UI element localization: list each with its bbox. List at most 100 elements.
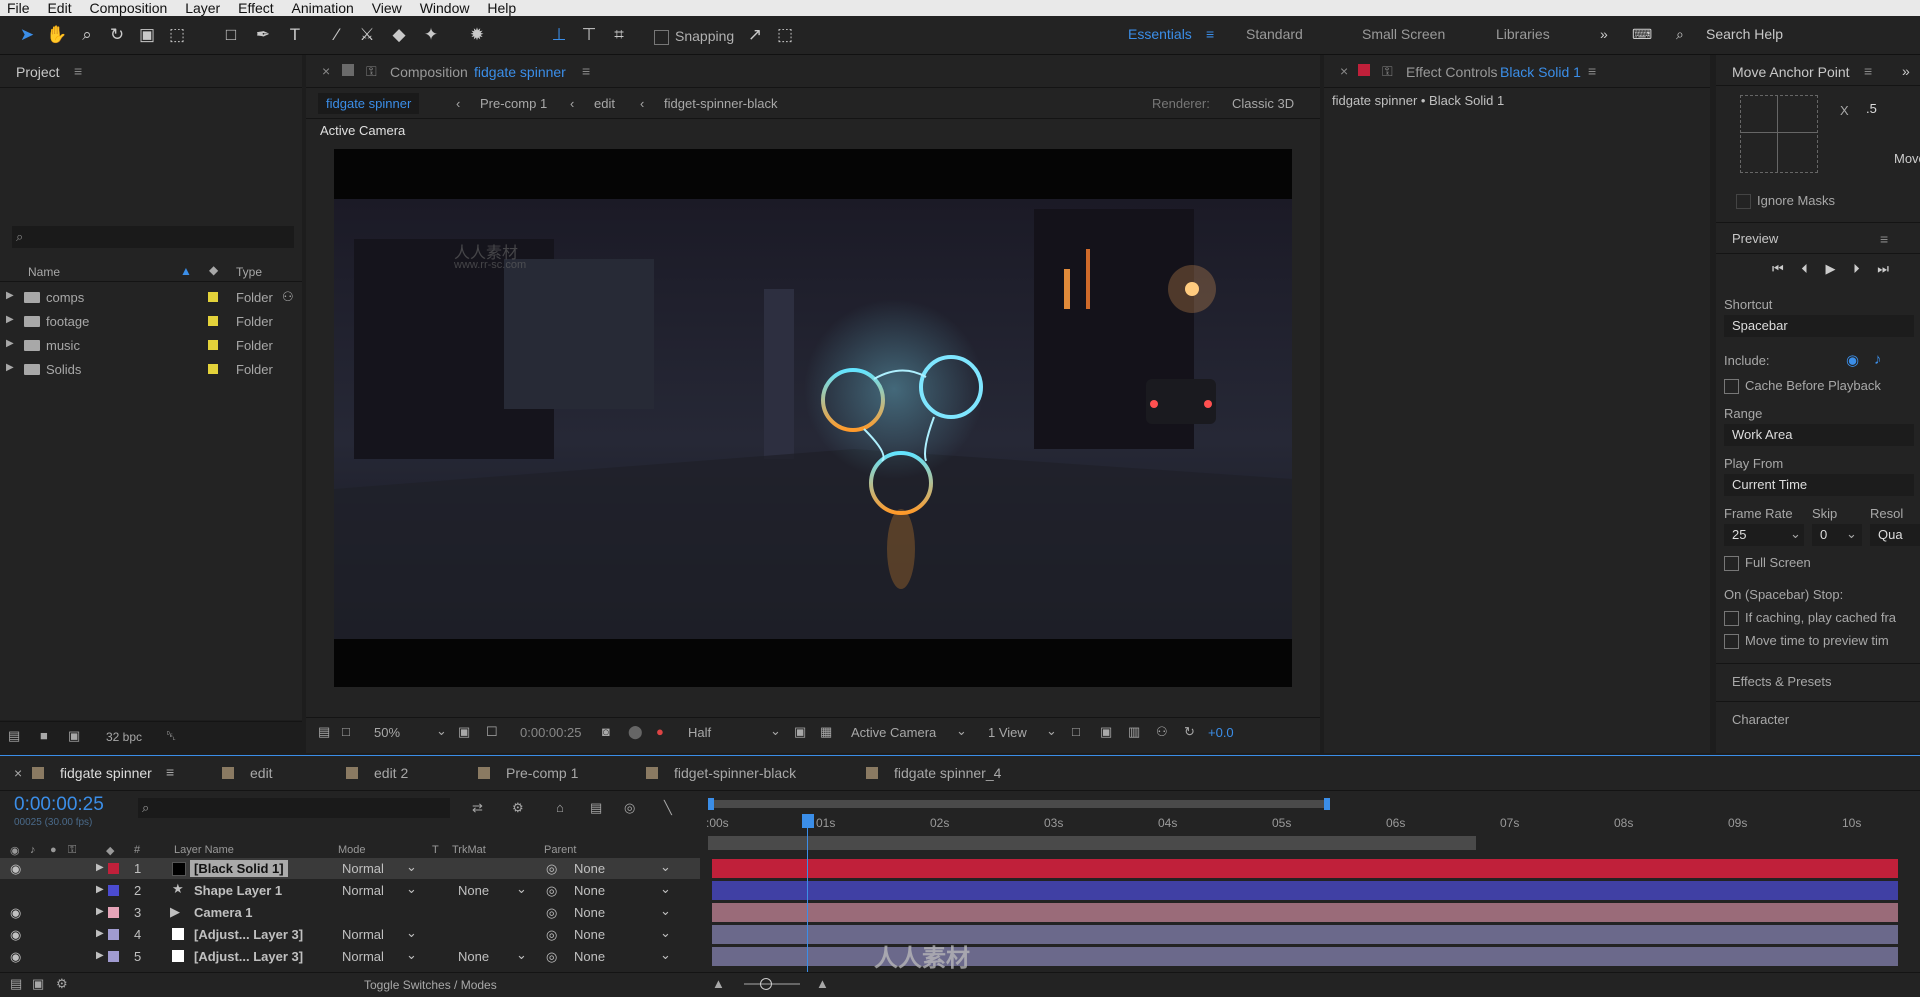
region-of-interest-icon[interactable]: ▣ <box>794 724 806 740</box>
parent-select[interactable]: None <box>574 883 605 898</box>
last-frame-icon[interactable]: ⏭ <box>1877 261 1889 276</box>
interpret-footage-icon[interactable]: ▤ <box>8 728 20 744</box>
chevron-down-icon[interactable]: ⌄ <box>406 947 417 963</box>
search-help-field[interactable]: Search Help <box>1706 26 1783 42</box>
work-area-start-handle[interactable] <box>708 798 714 810</box>
chevron-down-icon[interactable]: ⌄ <box>660 903 671 919</box>
work-area-end-handle[interactable] <box>1324 798 1330 810</box>
resolution-select[interactable]: Qua <box>1870 524 1920 546</box>
trash-icon[interactable]: ␡ <box>166 728 176 744</box>
panel-menu-icon[interactable]: ≡ <box>166 764 174 780</box>
world-axis-icon[interactable]: ⊤ <box>578 24 600 46</box>
breadcrumb-fidget-spinner-black[interactable]: fidget-spinner-black <box>664 96 777 111</box>
layer-search-input[interactable]: ⌕ <box>138 798 450 818</box>
column-layer-name[interactable]: Layer Name <box>174 844 234 856</box>
range-select[interactable]: Work Area <box>1724 424 1914 446</box>
draft-3d-icon[interactable]: ⚙ <box>512 800 524 816</box>
view-layout-select[interactable]: 1 View <box>988 725 1027 740</box>
composition-tab-name[interactable]: fidgate spinner <box>474 64 566 80</box>
chevron-down-icon[interactable]: ⌄ <box>436 723 447 739</box>
current-time-display[interactable]: 0:00:00:25 <box>520 725 581 740</box>
resolution-select[interactable]: Half <box>688 725 711 740</box>
flowchart-icon[interactable]: ⚇ <box>282 289 294 305</box>
if-caching-toggle[interactable]: If caching, play cached fra <box>1724 610 1896 627</box>
video-toggle-icon[interactable]: ◉ <box>10 861 21 877</box>
graph-editor-icon[interactable]: ╲ <box>664 800 672 816</box>
parent-select[interactable]: None <box>574 905 605 920</box>
zoom-slider-thumb[interactable] <box>760 978 772 990</box>
trkmat-select[interactable]: None <box>458 949 489 964</box>
orbit-tool-icon[interactable]: ↻ <box>106 24 128 46</box>
chevron-down-icon[interactable]: ⌄ <box>406 925 417 941</box>
menu-file[interactable]: File <box>0 1 37 15</box>
play-from-select[interactable]: Current Time <box>1724 474 1914 496</box>
workspace-standard[interactable]: Standard <box>1246 26 1303 42</box>
pickwhip-icon[interactable]: ◎ <box>546 927 557 943</box>
toggle-pixel-aspect-icon[interactable]: □ <box>1072 724 1080 739</box>
label-color-swatch[interactable] <box>108 929 119 940</box>
reset-exposure-icon[interactable]: ↻ <box>1184 724 1195 740</box>
table-row[interactable]: ◉ ▶ 4 [Adjust... Layer 3] Normal ⌄ ◎ Non… <box>0 924 700 945</box>
preview-title[interactable]: Preview <box>1732 231 1778 246</box>
tab-edit-2[interactable]: edit 2 <box>374 765 408 781</box>
cache-before-playback-toggle[interactable]: Cache Before Playback <box>1724 378 1881 395</box>
effect-controls-layer[interactable]: Black Solid 1 <box>1500 64 1581 80</box>
chevron-down-icon[interactable]: ⌄ <box>660 881 671 897</box>
expand-triangle-icon[interactable]: ▶ <box>6 362 14 373</box>
label-color-swatch[interactable] <box>108 951 119 962</box>
roto-brush-tool-icon[interactable]: ✦ <box>420 24 442 46</box>
menu-view[interactable]: View <box>365 1 409 15</box>
project-panel-title[interactable]: Project <box>16 64 60 80</box>
close-icon[interactable]: × <box>14 765 22 781</box>
frame-rate-select[interactable]: 25 ⌄ <box>1724 524 1804 546</box>
flowchart-icon[interactable]: ⚇ <box>1156 724 1168 740</box>
snapping-toggle[interactable]: Snapping <box>654 28 734 45</box>
solo-header-icon[interactable]: ● <box>50 844 57 856</box>
snap-edges-icon[interactable]: ↗ <box>744 24 766 46</box>
layer-bar[interactable] <box>712 881 1898 900</box>
video-toggle-icon[interactable]: ◉ <box>10 905 21 921</box>
move-button[interactable]: Move <box>1894 151 1920 166</box>
breadcrumb-fidgate-spinner[interactable]: fidgate spinner <box>318 93 420 114</box>
renderer-value[interactable]: Classic 3D <box>1232 96 1294 111</box>
chevron-down-icon[interactable]: ⌄ <box>1046 723 1057 739</box>
comp-mini-flowchart-icon[interactable]: ⇄ <box>472 800 483 816</box>
breadcrumb-pre-comp-1[interactable]: Pre-comp 1 <box>480 96 547 111</box>
work-area-bar[interactable] <box>708 798 1330 810</box>
anchor-grid[interactable] <box>1740 95 1818 173</box>
menu-edit[interactable]: Edit <box>40 1 78 15</box>
more-panels-icon[interactable]: » <box>1902 63 1910 79</box>
layer-bar[interactable] <box>712 903 1898 922</box>
mode-select[interactable]: Normal <box>342 949 384 964</box>
zoom-tool-icon[interactable]: ⌕ <box>76 24 98 46</box>
color-channel-icon[interactable]: ● <box>656 724 664 739</box>
parent-select[interactable]: None <box>574 927 605 942</box>
shy-layers-icon[interactable]: ⌂ <box>556 800 564 815</box>
workspace-libraries[interactable]: Libraries <box>1496 26 1550 42</box>
move-time-toggle[interactable]: Move time to preview tim <box>1724 633 1889 650</box>
trkmat-select[interactable]: None <box>458 883 489 898</box>
expand-triangle-icon[interactable]: ▶ <box>96 906 104 917</box>
timeline-icon[interactable]: ▥ <box>1128 724 1140 740</box>
chevron-down-icon[interactable]: ⌄ <box>516 881 527 897</box>
more-workspaces-icon[interactable]: » <box>1600 26 1608 42</box>
menu-layer[interactable]: Layer <box>178 1 227 15</box>
label-color-swatch[interactable] <box>108 885 119 896</box>
exposure-value[interactable]: +0.0 <box>1208 725 1234 740</box>
brush-tool-icon[interactable]: ⁄ <box>326 24 348 46</box>
keyboard-icon[interactable]: ⌨ <box>1632 26 1652 43</box>
panel-menu-icon[interactable]: ≡ <box>582 63 590 79</box>
workspace-menu-icon[interactable]: ≡ <box>1206 26 1214 42</box>
label-tag-icon[interactable]: ◆ <box>209 263 218 277</box>
view-axis-icon[interactable]: ⌗ <box>608 24 630 46</box>
anchor-panel-title[interactable]: Move Anchor Point <box>1732 64 1850 80</box>
lock-icon[interactable]: ⚿ <box>1382 63 1393 80</box>
current-time-display[interactable]: 0:00:00:25 <box>14 794 104 816</box>
new-folder-icon[interactable]: ■ <box>40 728 48 743</box>
include-video-icon[interactable]: ◉ <box>1846 351 1859 369</box>
show-snapshot-icon[interactable]: ⬤ <box>628 724 643 740</box>
playhead-handle[interactable] <box>802 814 814 828</box>
ignore-masks-checkbox[interactable] <box>1736 194 1751 210</box>
fit-icon[interactable]: ▣ <box>458 724 470 740</box>
breadcrumb-edit[interactable]: edit <box>594 96 615 111</box>
